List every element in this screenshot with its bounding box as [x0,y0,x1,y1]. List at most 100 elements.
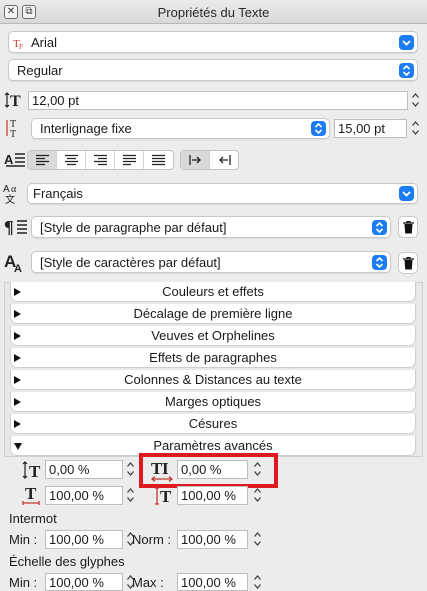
intermot-min-value: 100,00 % [49,532,104,547]
direction-ltr-button[interactable] [181,151,210,169]
align-center-button[interactable] [57,151,86,169]
char-height-value: 100,00 % [181,488,236,503]
delete-character-style-button[interactable] [398,252,418,274]
character-style-value: [Style de caractères par défaut] [40,255,221,270]
glyph-scale-heading: Échelle des glyphes [9,554,125,569]
align-right-button[interactable] [86,151,115,169]
section-couleurs-effets[interactable]: Couleurs et effets [10,282,416,302]
trash-icon [403,257,414,270]
glyph-max-value: 100,00 % [181,575,236,590]
chevron-down-icon [399,186,414,201]
intermot-norm-field[interactable]: 100,00 % [177,530,248,549]
char-width-field[interactable]: 100,00 % [45,486,123,505]
section-decalage-premiere-ligne[interactable]: Décalage de première ligne [10,304,416,324]
chevron-updown-icon [372,220,387,235]
section-marges-optiques[interactable]: Marges optiques [10,392,416,412]
svg-text:F: F [19,43,23,50]
section-label: Couleurs et effets [162,284,264,299]
char-height-stepper[interactable] [252,485,263,505]
svg-text:A: A [14,263,22,274]
intermot-min-label: Min : [9,532,38,547]
section-veuves-orphelines[interactable]: Veuves et Orphelines [10,326,416,346]
leading-mode-select[interactable]: Interlignage fixe [31,118,330,139]
section-cesures[interactable]: Césures [10,414,416,434]
baseline-offset-stepper[interactable] [125,459,136,479]
char-width-value: 100,00 % [49,488,104,503]
svg-text:¶: ¶ [4,217,14,237]
svg-text:I: I [162,459,169,478]
intermot-norm-label: Norm : [132,532,171,547]
font-size-value: 12,00 pt [32,93,79,108]
glyph-max-stepper[interactable] [252,572,263,591]
align-left-button[interactable] [28,151,57,169]
svg-text:T: T [160,487,172,506]
section-label: Veuves et Orphelines [151,328,275,343]
font-family-select[interactable]: TF Arial [8,31,418,53]
window-title: Propriétés du Texte [157,5,270,20]
section-label: Césures [188,416,238,431]
font-size-field[interactable]: 12,00 pt [28,91,408,110]
character-style-icon: AA [4,250,26,277]
glyph-min-value: 100,00 % [49,575,104,590]
baseline-offset-icon: T [22,460,44,483]
glyph-min-label: Min : [9,575,38,590]
intermot-norm-value: 100,00 % [181,532,236,547]
align-justify-button[interactable] [115,151,144,169]
direction-rtl-button[interactable] [210,151,238,169]
character-style-select[interactable]: [Style de caractères par défaut] [31,251,391,273]
chevron-down-icon [399,35,414,50]
paragraph-style-value: [Style de paragraphe par défaut] [40,220,227,235]
delete-paragraph-style-button[interactable] [398,216,418,238]
leading-value: 15,00 pt [338,121,385,136]
intermot-min-field[interactable]: 100,00 % [45,530,123,549]
language-select[interactable]: Français [27,183,418,204]
section-label: Colonnes & Distances au texte [124,372,302,387]
language-value: Français [33,186,83,201]
tracking-stepper[interactable] [252,459,263,479]
title-bar: ✕ ⧉ Propriétés du Texte [0,0,427,24]
alignment-segmented-control [27,150,174,170]
alignment-icon: A [4,150,26,173]
paragraph-style-icon: ¶ [4,216,28,241]
tracking-field[interactable]: 0,00 % [177,460,248,479]
svg-text:T: T [10,93,21,109]
svg-text:T: T [25,484,37,503]
baseline-offset-value: 0,00 % [49,462,90,477]
char-height-icon: T [154,484,176,509]
char-height-field[interactable]: 100,00 % [177,486,248,505]
leading-stepper[interactable] [410,118,421,138]
svg-text:A: A [4,152,14,167]
leading-icon: TT [4,117,24,142]
font-style-value: Regular [17,63,63,78]
svg-text:α: α [11,184,17,195]
font-size-icon: T [4,91,24,112]
intermot-norm-stepper[interactable] [252,529,263,549]
leading-mode-value: Interlignage fixe [40,121,132,136]
intermot-heading: Intermot [9,511,57,526]
baseline-offset-field[interactable]: 0,00 % [45,460,123,479]
chevron-updown-icon [311,121,326,136]
trash-icon [403,221,414,234]
font-style-select[interactable]: Regular [8,59,418,81]
glyph-max-field[interactable]: 100,00 % [177,573,248,591]
section-colonnes-distances[interactable]: Colonnes & Distances au texte [10,370,416,390]
svg-text:文: 文 [5,193,15,204]
font-family-value: Arial [31,35,58,50]
tracking-value: 0,00 % [181,462,222,477]
section-label: Marges optiques [164,394,262,409]
glyph-min-field[interactable]: 100,00 % [45,573,123,591]
tracking-icon: TI [150,457,176,486]
svg-text:T: T [10,129,16,139]
chevron-updown-icon [372,255,387,270]
font-icon: TF [13,36,27,53]
svg-text:T: T [29,462,41,480]
section-label: Paramètres avancés [153,438,273,453]
align-justify-all-button[interactable] [144,151,173,169]
section-label: Décalage de première ligne [133,306,293,321]
section-effets-paragraphes[interactable]: Effets de paragraphes [10,348,416,368]
char-width-stepper[interactable] [125,485,136,505]
leading-value-field[interactable]: 15,00 pt [334,119,407,138]
font-size-stepper[interactable] [410,90,421,110]
paragraph-style-select[interactable]: [Style de paragraphe par défaut] [31,216,391,238]
direction-segmented-control [180,150,239,170]
